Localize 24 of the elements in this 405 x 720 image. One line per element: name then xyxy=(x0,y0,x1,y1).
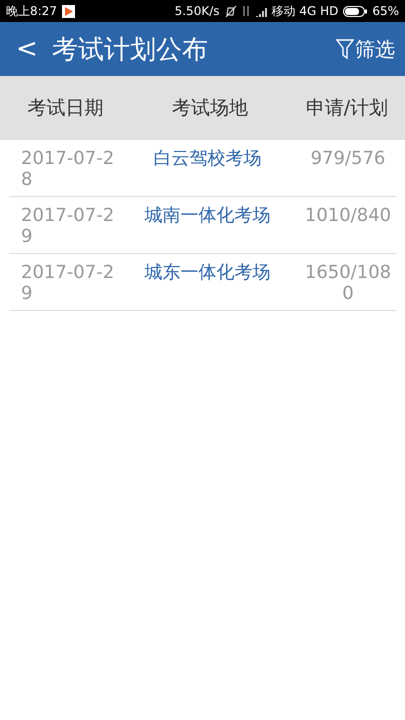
carrier-label: 移动 4G HD xyxy=(272,2,338,20)
battery-percent: 65% xyxy=(372,4,399,18)
page-title: 考试计划公布 xyxy=(52,34,209,66)
back-button[interactable]: < xyxy=(12,34,42,64)
filter-icon xyxy=(336,39,354,59)
battery-icon xyxy=(343,6,368,16)
venue-link[interactable]: 城东一体化考场 xyxy=(115,262,300,283)
column-header: 考试日期 xyxy=(26,96,104,121)
venue-link[interactable]: 城南一体化考场 xyxy=(115,205,300,226)
date-cell-text: 2017-07-28 xyxy=(20,148,115,190)
count-cell-text: 1650/1080 xyxy=(304,262,392,304)
count-cell-text: 1010/840 xyxy=(304,205,392,226)
column-header: 申请/计划 xyxy=(304,96,390,121)
date-cell-text: 2017-07-29 xyxy=(20,262,115,304)
signal-icon xyxy=(254,6,266,16)
venue-link[interactable]: 白云驾校考场 xyxy=(115,148,300,169)
count-cell-text: 979/576 xyxy=(310,148,386,169)
filter-button[interactable]: 筛选 xyxy=(336,36,395,62)
mute-icon xyxy=(224,4,236,18)
network-speed: 5.50K/s xyxy=(174,4,220,18)
column-header: 考试场地 xyxy=(171,96,249,121)
date-cell-text: 2017-07-29 xyxy=(20,205,115,247)
clock: 晚上8:27 xyxy=(6,2,57,20)
play-icon xyxy=(62,4,75,18)
